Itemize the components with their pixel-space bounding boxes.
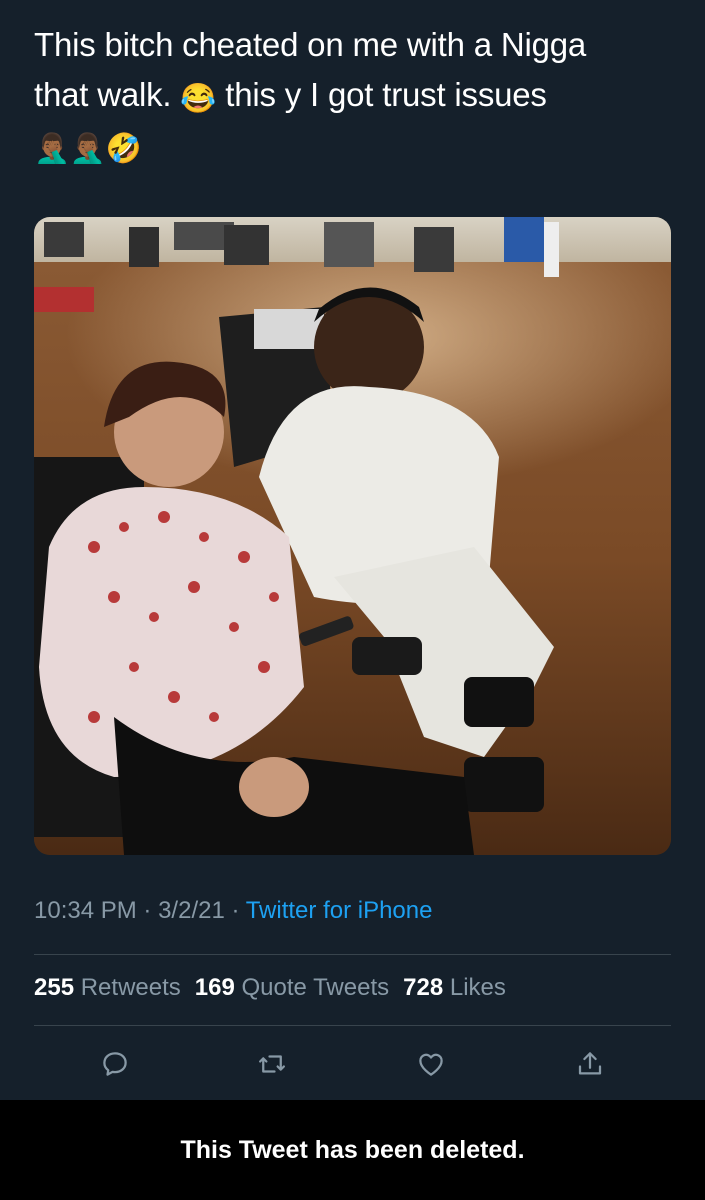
retweets-stat[interactable]: 255 Retweets [34,974,181,1001]
retweets-count: 255 [34,974,75,1001]
quote-tweets-stat[interactable]: 169 Quote Tweets [195,974,389,1001]
engagement-stats: 255 Retweets 169 Quote Tweets 728 Likes [34,974,506,1002]
reply-icon [103,1052,127,1076]
meta-separator: · [143,897,152,924]
joy-emoji-icon: 😂 [180,83,217,115]
like-button[interactable] [411,1044,451,1084]
retweets-label: Retweets [80,974,181,1001]
heart-icon [419,1053,443,1076]
reply-button[interactable] [95,1044,135,1084]
deleted-tweet-banner: This Tweet has been deleted. [0,1100,705,1200]
rofl-emoji-icon: 🤣 [105,133,142,165]
tweet-actions [34,1044,671,1084]
tweet-text-line-3: 🤦🏾‍♂️🤦🏾‍♂️🤣 [34,120,684,170]
divider [34,1025,671,1026]
photo-illustration [34,217,671,855]
retweet-button[interactable] [252,1044,292,1084]
quote-tweets-count: 169 [194,974,235,1001]
likes-label: Likes [449,974,506,1001]
tweet-text-segment: this y I got trust issues [225,76,547,113]
facepalm-emoji-icon: 🤦🏾‍♂️ [34,133,70,165]
likes-stat[interactable]: 728 Likes [403,974,506,1001]
tweet-photo[interactable] [34,217,671,855]
deleted-tweet-message: This Tweet has been deleted. [180,1135,525,1164]
tweet-time: 10:34 PM [34,897,137,924]
tweet-text: This bitch cheated on me with a Nigga th… [34,20,684,170]
tweet-text-line-1: This bitch cheated on me with a Nigga [34,26,587,63]
meta-separator: · [231,897,240,924]
share-icon [578,1052,602,1075]
quote-tweets-label: Quote Tweets [241,974,390,1001]
tweet-date: 3/2/21 [158,897,225,924]
divider [34,954,671,955]
tweet-source-link[interactable]: Twitter for iPhone [246,897,433,924]
likes-count: 728 [403,974,444,1001]
tweet-text-line-2: that walk. 😂 this y I got trust issues [34,70,684,120]
retweet-icon [259,1055,285,1073]
tweet-text-segment: that walk. [34,76,172,113]
share-button[interactable] [570,1044,610,1084]
facepalm-emoji-icon: 🤦🏾‍♂️ [69,133,106,165]
tweet-metadata: 10:34 PM · 3/2/21 · Twitter for iPhone [34,897,432,925]
